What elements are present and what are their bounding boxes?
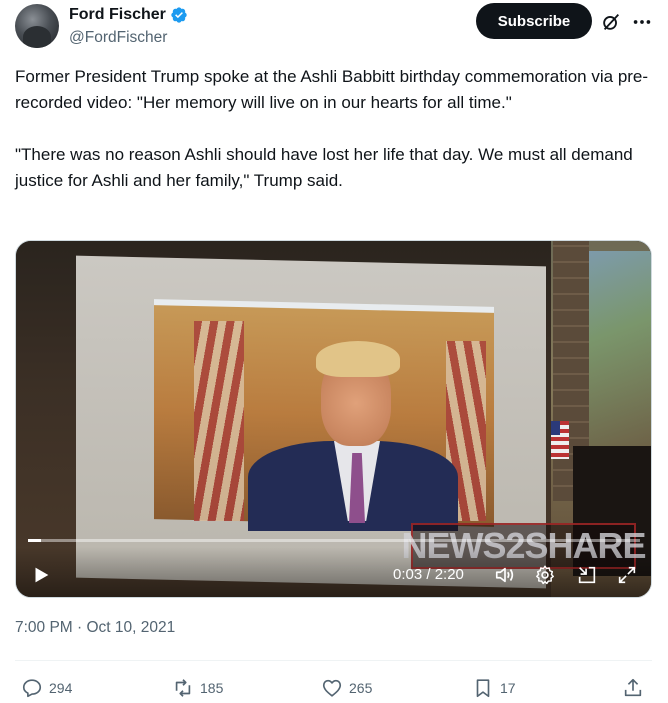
share-button[interactable] [622,674,644,702]
like-count: 265 [349,680,373,696]
tweet-text: Former President Trump spoke at the Ashl… [15,64,655,194]
video-small-flag [551,421,569,459]
author-handle[interactable]: @FordFischer [69,29,188,47]
reply-icon [22,679,42,698]
heart-icon [322,679,342,697]
fullscreen-icon[interactable] [616,564,638,586]
bookmark-count: 17 [500,680,516,696]
video-player[interactable]: NEWS2SHARE 0:03 / 2:20 [15,240,652,598]
play-icon[interactable] [30,564,52,586]
volume-muted-icon[interactable] [494,564,516,586]
author-display-name[interactable]: Ford Fischer [69,6,166,24]
like-button[interactable]: 265 [321,674,372,702]
video-progress-bar[interactable] [28,539,640,542]
avatar[interactable] [15,4,59,48]
tweet-header: Ford Fischer @FordFischer Subscribe [15,2,655,50]
video-mural [589,251,651,451]
reply-count: 294 [49,680,73,696]
reply-button[interactable]: 294 [21,674,72,702]
grok-icon[interactable] [600,11,622,33]
more-icon[interactable] [631,11,653,33]
bookmark-icon [476,679,490,698]
subscribe-button[interactable]: Subscribe [476,3,592,39]
projected-flag-left [194,321,244,521]
picture-in-picture-icon[interactable] [576,564,598,586]
share-icon [624,678,642,697]
repost-icon [175,679,191,697]
speaker-hair [316,341,400,377]
author-block: Ford Fischer @FordFischer [69,4,188,47]
tweet-actions: 294 185 265 17 [15,674,652,702]
tweet-timestamp[interactable]: 7:00 PM · Oct 10, 2021 [15,619,175,637]
tweet-paragraph: Former President Trump spoke at the Ashl… [15,67,649,112]
tweet-paragraph: "There was no reason Ashli should have l… [15,145,638,190]
video-progress-fill [28,539,41,542]
name-row: Ford Fischer [69,4,188,26]
divider [15,660,652,661]
video-time: 0:03 / 2:20 [393,566,464,583]
settings-gear-icon[interactable] [534,564,556,586]
bookmark-button[interactable]: 17 [472,674,516,702]
repost-button[interactable]: 185 [172,674,223,702]
verified-badge-icon [171,7,187,23]
repost-count: 185 [200,680,224,696]
